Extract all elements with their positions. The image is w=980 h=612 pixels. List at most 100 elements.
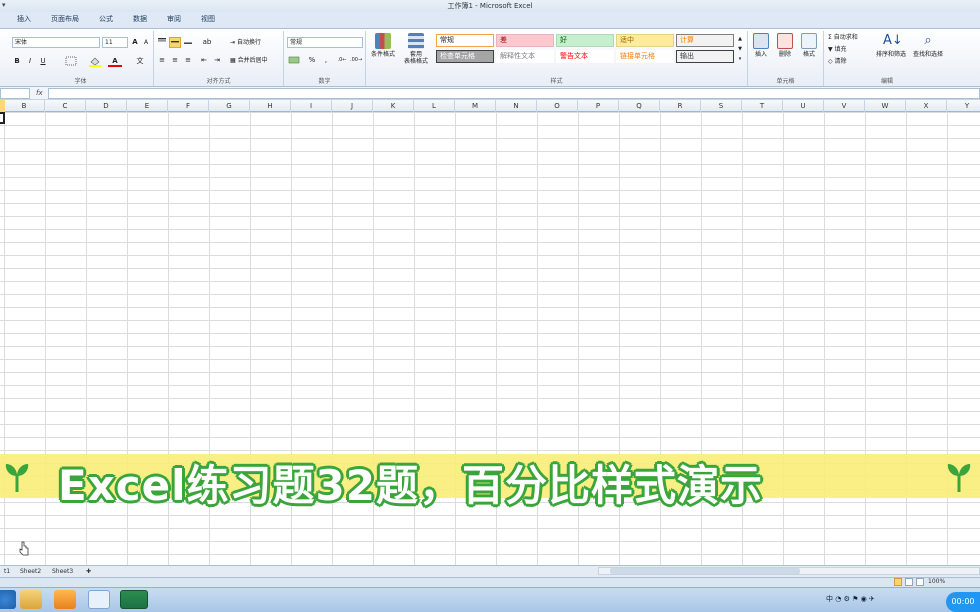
underline-button[interactable]: U	[38, 56, 48, 67]
quick-access-chevron-icon[interactable]: ▾	[2, 1, 6, 9]
sort-filter-button[interactable]: A↓ 排序和筛选	[874, 33, 908, 58]
column-header-u[interactable]: U	[783, 100, 824, 112]
orientation-icon[interactable]: ab	[200, 37, 214, 48]
tab-data[interactable]: 数据	[124, 11, 156, 28]
select-all-corner[interactable]	[0, 100, 5, 112]
name-box[interactable]	[0, 88, 30, 99]
grow-font-button[interactable]: A	[130, 37, 140, 48]
find-select-button[interactable]: ⌕ 查找和选择	[910, 33, 946, 58]
column-header-v[interactable]: V	[824, 100, 865, 112]
tab-formulas[interactable]: 公式	[90, 11, 122, 28]
phonetic-icon[interactable]: 文	[132, 56, 148, 67]
volume-icon[interactable]: ◔ ⚙ ⚑ ◉ ✈	[835, 595, 875, 603]
comma-style-button[interactable]: ,	[321, 55, 331, 66]
gallery-more-icon[interactable]: ▾	[736, 54, 744, 65]
increase-decimal-icon[interactable]: .0←	[336, 55, 348, 66]
cell-style-2[interactable]: 好	[556, 34, 614, 47]
column-header-t[interactable]: T	[742, 100, 783, 112]
tab-page-layout[interactable]: 页面布局	[42, 11, 88, 28]
percent-style-button[interactable]: %	[306, 55, 318, 66]
new-sheet-icon[interactable]: ✚	[82, 567, 95, 577]
ime-indicator[interactable]: 中	[826, 595, 833, 603]
autosum-button[interactable]: Σ 自动求和	[828, 33, 858, 43]
column-header-f[interactable]: F	[168, 100, 209, 112]
merge-center-button[interactable]: ▦ 合并后居中	[230, 56, 268, 66]
align-bottom-icon[interactable]	[182, 37, 194, 48]
cell-style-9[interactable]: 输出	[676, 50, 734, 63]
page-layout-view-icon[interactable]	[905, 578, 913, 586]
align-right-icon[interactable]: ≡	[182, 55, 194, 66]
cell-style-6[interactable]: 解释性文本	[496, 50, 554, 63]
column-header-i[interactable]: I	[291, 100, 332, 112]
align-left-icon[interactable]: ≡	[156, 55, 168, 66]
align-center-icon[interactable]: ≡	[169, 55, 181, 66]
cell-style-0[interactable]: 常规	[436, 34, 494, 47]
column-header-q[interactable]: Q	[619, 100, 660, 112]
decrease-decimal-icon[interactable]: .00→	[350, 55, 362, 66]
font-size-select[interactable]: 11	[102, 37, 128, 48]
file-explorer-icon[interactable]	[20, 590, 42, 609]
cell-style-3[interactable]: 适中	[616, 34, 674, 47]
align-top-icon[interactable]	[156, 37, 168, 48]
border-icon[interactable]	[64, 56, 78, 67]
format-cells-button[interactable]: 格式	[798, 33, 820, 58]
cell-style-5[interactable]: 检查单元格	[436, 50, 494, 63]
delete-cells-button[interactable]: 删除	[774, 33, 796, 58]
clear-button[interactable]: ◇ 清除	[828, 57, 847, 67]
column-header-e[interactable]: E	[127, 100, 168, 112]
column-header-m[interactable]: M	[455, 100, 496, 112]
font-name-select[interactable]: 宋体	[12, 37, 100, 48]
font-color-icon[interactable]: A	[108, 56, 122, 67]
clock[interactable]: 00:00	[946, 592, 980, 612]
column-header-s[interactable]: S	[701, 100, 742, 112]
currency-icon[interactable]	[287, 55, 301, 66]
column-header-p[interactable]: P	[578, 100, 619, 112]
normal-view-icon[interactable]	[894, 578, 902, 586]
italic-button[interactable]: I	[25, 56, 35, 67]
page-break-view-icon[interactable]	[916, 578, 924, 586]
zoom-level[interactable]: 100%	[928, 577, 945, 587]
fx-icon[interactable]: fx	[36, 87, 43, 100]
browser-icon[interactable]	[88, 590, 110, 609]
column-header-d[interactable]: D	[86, 100, 127, 112]
cell-style-4[interactable]: 计算	[676, 34, 734, 47]
column-header-j[interactable]: J	[332, 100, 373, 112]
format-as-table-button[interactable]: 套用 表格格式	[400, 33, 432, 65]
increase-indent-icon[interactable]: ⇥	[211, 55, 223, 66]
fill-color-icon[interactable]	[88, 56, 102, 67]
fill-button[interactable]: ▼ 填充	[828, 45, 847, 55]
tab-insert[interactable]: 插入	[8, 11, 40, 28]
cell-style-7[interactable]: 警告文本	[556, 50, 614, 63]
bold-button[interactable]: B	[12, 56, 22, 67]
cell-style-1[interactable]: 差	[496, 34, 554, 47]
column-header-g[interactable]: G	[209, 100, 250, 112]
excel-taskbar-icon[interactable]	[120, 590, 148, 609]
column-header-c[interactable]: C	[45, 100, 86, 112]
column-header-b[interactable]: B	[4, 100, 45, 112]
sheet-tab-2[interactable]: Sheet2	[16, 567, 45, 577]
column-header-r[interactable]: R	[660, 100, 701, 112]
column-header-y[interactable]: Y	[947, 100, 980, 112]
active-cell[interactable]	[0, 112, 5, 124]
sheet-tab-3[interactable]: Sheet3	[48, 567, 77, 577]
formula-input[interactable]	[48, 88, 980, 99]
column-header-k[interactable]: K	[373, 100, 414, 112]
column-header-n[interactable]: N	[496, 100, 537, 112]
column-header-x[interactable]: X	[906, 100, 947, 112]
column-header-h[interactable]: H	[250, 100, 291, 112]
number-format-select[interactable]: 常规	[287, 37, 363, 48]
horizontal-scroll-thumb[interactable]	[610, 568, 800, 574]
wrap-text-button[interactable]: ⇥ 自动换行	[230, 38, 261, 48]
column-header-o[interactable]: O	[537, 100, 578, 112]
insert-cells-button[interactable]: 插入	[750, 33, 772, 58]
tab-view[interactable]: 视图	[192, 11, 224, 28]
align-middle-icon[interactable]	[169, 37, 181, 48]
conditional-format-button[interactable]: 条件格式	[368, 33, 398, 58]
column-header-w[interactable]: W	[865, 100, 906, 112]
cell-style-8[interactable]: 链接单元格	[616, 50, 674, 63]
column-header-l[interactable]: L	[414, 100, 455, 112]
start-button-icon[interactable]	[0, 590, 16, 609]
sheet-tab-1[interactable]: t1	[0, 567, 14, 577]
media-player-icon[interactable]	[54, 590, 76, 609]
decrease-indent-icon[interactable]: ⇤	[198, 55, 210, 66]
